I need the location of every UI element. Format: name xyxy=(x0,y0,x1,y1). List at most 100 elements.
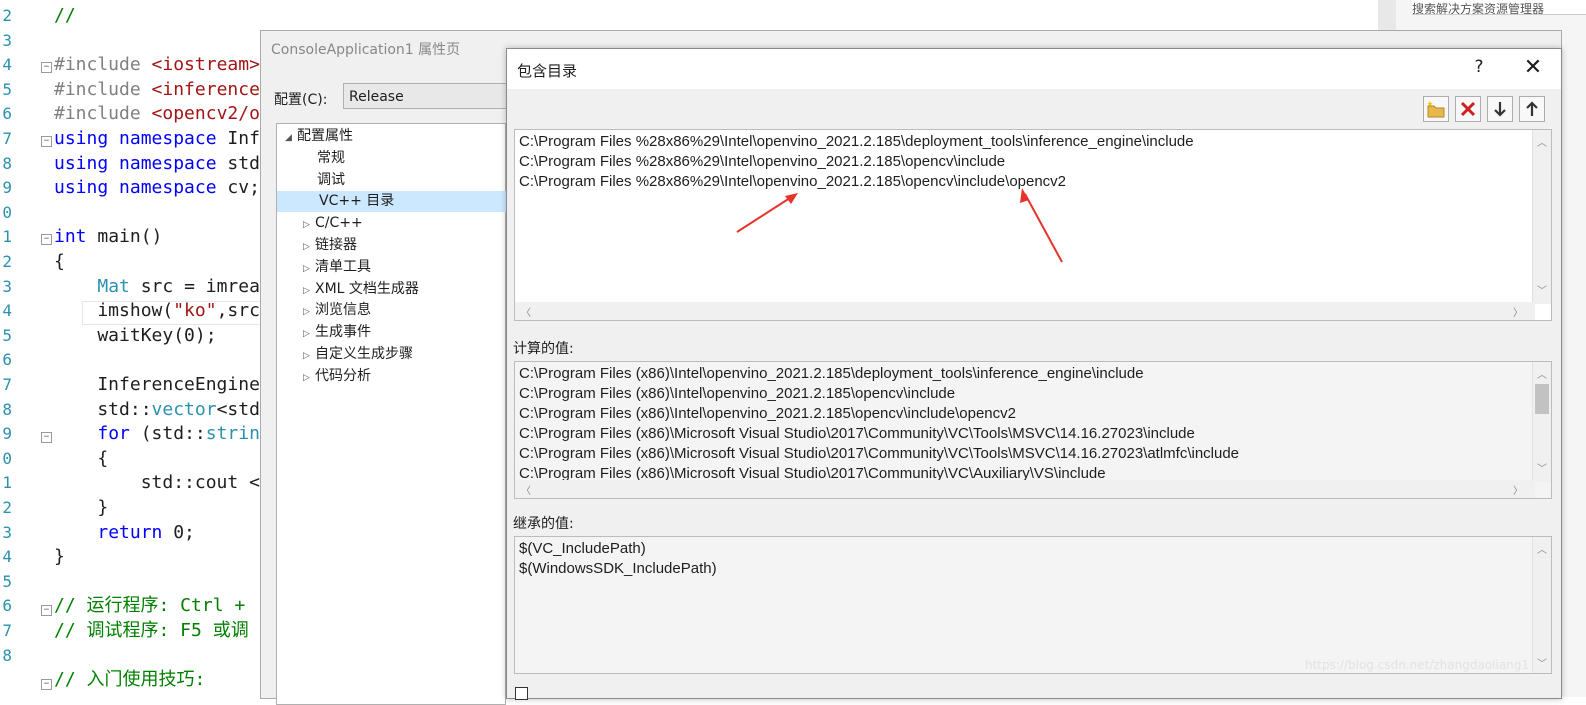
code-line[interactable]: // 运行程序: Ctrl + xyxy=(54,594,256,618)
list-item[interactable]: C:\Program Files (x86)\Intel\openvino_20… xyxy=(519,404,1016,424)
code-line[interactable]: return 0; xyxy=(54,521,195,545)
dialog-title: ConsoleApplication1 属性页 xyxy=(271,42,461,58)
scroll-down-icon[interactable]: ﹀ xyxy=(1537,460,1547,475)
include-entries-list[interactable]: C:\Program Files %28x86%29\Intel\openvin… xyxy=(514,129,1552,321)
move-down-button[interactable] xyxy=(1487,96,1513,122)
scroll-right-icon[interactable]: 〉 xyxy=(1513,304,1523,319)
list-item[interactable]: C:\Program Files (x86)\Microsoft Visual … xyxy=(519,424,1195,444)
line-number: 8 xyxy=(2,645,12,665)
expand-arrow-icon[interactable]: ▷ xyxy=(303,302,315,323)
expand-arrow-icon[interactable]: ▷ xyxy=(303,237,315,258)
code-line[interactable]: { xyxy=(54,447,108,471)
code-line[interactable]: InferenceEngine xyxy=(54,373,260,397)
computed-values-list[interactable]: C:\Program Files (x86)\Intel\openvino_20… xyxy=(514,361,1552,499)
code-token: } xyxy=(54,497,109,518)
list-item[interactable]: C:\Program Files (x86)\Intel\openvino_20… xyxy=(519,364,1144,384)
tree-item-label: 常规 xyxy=(317,149,345,166)
code-line[interactable]: std::vector<std xyxy=(54,398,260,422)
fold-toggle-icon[interactable]: − xyxy=(41,62,52,73)
tree-item[interactable]: ▷ 自定义生成步骤 xyxy=(303,344,413,365)
solution-search-input[interactable]: 搜索解决方案资源管理器 xyxy=(1412,0,1586,15)
code-token: // 入门使用技巧: xyxy=(54,669,206,691)
code-line[interactable]: using namespace cv; xyxy=(54,176,260,200)
config-label: 配置(C): xyxy=(274,92,328,108)
scroll-right-icon[interactable]: 〉 xyxy=(1513,482,1523,497)
code-line[interactable]: { xyxy=(54,250,65,274)
horizontal-scrollbar[interactable]: 〈 〉 xyxy=(515,480,1535,498)
scroll-left-icon[interactable]: 〈 xyxy=(521,304,531,319)
tree-item[interactable]: ◢ 配置属性 xyxy=(285,126,353,147)
code-line[interactable]: #include <inference xyxy=(54,78,260,102)
code-line[interactable]: std::cout < xyxy=(54,471,260,495)
code-line[interactable]: using namespace Inf xyxy=(54,127,260,151)
code-token: vector xyxy=(151,398,217,420)
tree-item[interactable]: ▷ XML 文档生成器 xyxy=(303,279,419,300)
code-token: using namespace xyxy=(54,152,228,174)
vertical-scrollbar[interactable]: ︿ ﹀ xyxy=(1532,362,1551,482)
code-line[interactable]: // 调试程序: F5 或调 xyxy=(54,619,249,643)
code-line[interactable]: Mat src = imrea xyxy=(54,275,260,299)
tree-item[interactable]: ▷ C/C++ xyxy=(303,213,363,234)
fold-toggle-icon[interactable]: − xyxy=(41,234,52,245)
tree-item[interactable]: ▷ 代码分析 xyxy=(303,366,371,387)
line-number: 5 xyxy=(2,79,12,99)
property-tree[interactable]: ◢ 配置属性 常规 调试 VC++ 目录 ▷ C/C++ ▷ 链接器 ▷ 清单工具 ▷ XML 文档生成… xyxy=(276,123,547,705)
help-button[interactable]: ? xyxy=(1469,57,1489,77)
code-line[interactable]: #include <iostream> xyxy=(54,53,260,77)
close-button[interactable]: ✕ xyxy=(1521,55,1545,80)
code-line[interactable]: #include <opencv2/o xyxy=(54,102,260,126)
vertical-scrollbar[interactable]: ︿ ﹀ xyxy=(1532,537,1551,673)
code-token: int xyxy=(54,226,98,248)
code-line[interactable]: int main() xyxy=(54,225,162,249)
expand-arrow-icon[interactable]: ▷ xyxy=(303,324,315,345)
code-line[interactable]: } xyxy=(54,496,108,520)
code-token: // 调试程序: F5 或调 xyxy=(54,620,249,641)
list-item[interactable]: C:\Program Files (x86)\Microsoft Visual … xyxy=(519,444,1239,464)
fold-toggle-icon[interactable]: − xyxy=(41,136,52,147)
tree-item[interactable]: 调试 xyxy=(317,170,345,191)
list-item[interactable]: $(VC_IncludePath) xyxy=(519,539,646,559)
code-token: waitKey(0); xyxy=(54,324,217,346)
line-number: 1 xyxy=(2,227,12,247)
code-line[interactable]: waitKey(0); xyxy=(54,324,217,348)
tree-item[interactable]: ▷ 生成事件 xyxy=(303,322,371,343)
expand-arrow-icon[interactable]: ▷ xyxy=(303,281,315,302)
tree-item[interactable]: 常规 xyxy=(317,148,345,169)
code-line[interactable]: using namespace std xyxy=(54,152,260,176)
code-token: std:: xyxy=(54,398,152,420)
list-item[interactable]: C:\Program Files (x86)\Intel\openvino_20… xyxy=(519,384,955,404)
code-line[interactable]: } xyxy=(54,545,65,569)
config-select[interactable]: Release xyxy=(343,83,513,109)
tree-item[interactable]: ▷ 清单工具 xyxy=(303,257,371,278)
fold-toggle-icon[interactable]: − xyxy=(41,605,52,616)
list-item[interactable]: $(WindowsSDK_IncludePath) xyxy=(519,559,717,579)
tree-item-label: C/C++ xyxy=(315,215,363,232)
inherited-values-list[interactable]: $(VC_IncludePath) $(WindowsSDK_IncludePat… xyxy=(514,536,1552,674)
tree-item[interactable]: ▷ 浏览信息 xyxy=(303,300,371,321)
scroll-down-icon[interactable]: ﹀ xyxy=(1537,282,1547,297)
scroll-up-icon[interactable]: ︿ xyxy=(1537,366,1547,381)
scroll-up-icon[interactable]: ︿ xyxy=(1537,134,1547,149)
tree-item[interactable]: ▷ 链接器 xyxy=(303,235,357,256)
scroll-up-icon[interactable]: ︿ xyxy=(1537,541,1547,556)
horizontal-scrollbar[interactable]: 〈 〉 xyxy=(515,302,1535,320)
fold-toggle-icon[interactable]: − xyxy=(41,432,52,443)
expand-arrow-icon[interactable]: ▷ xyxy=(303,215,315,236)
scroll-thumb[interactable] xyxy=(1535,384,1549,414)
tree-item-label: 浏览信息 xyxy=(315,302,371,319)
new-folder-button[interactable] xyxy=(1423,96,1449,122)
delete-button[interactable] xyxy=(1455,96,1481,122)
move-up-button[interactable] xyxy=(1519,96,1545,122)
expand-arrow-icon[interactable]: ▷ xyxy=(303,368,315,389)
collapse-arrow-icon[interactable]: ◢ xyxy=(285,128,297,149)
code-line[interactable]: // xyxy=(54,4,76,28)
vertical-scrollbar[interactable]: ︿ ﹀ xyxy=(1532,130,1551,304)
code-line[interactable]: for (std::strin xyxy=(54,422,260,446)
fold-toggle-icon[interactable]: − xyxy=(41,679,52,690)
scroll-left-icon[interactable]: 〈 xyxy=(521,482,531,497)
code-line[interactable]: // 入门使用技巧: xyxy=(54,668,205,692)
expand-arrow-icon[interactable]: ▷ xyxy=(303,259,315,280)
inherit-checkbox[interactable] xyxy=(515,687,528,700)
expand-arrow-icon[interactable]: ▷ xyxy=(303,346,315,367)
scroll-down-icon[interactable]: ﹀ xyxy=(1537,655,1547,670)
